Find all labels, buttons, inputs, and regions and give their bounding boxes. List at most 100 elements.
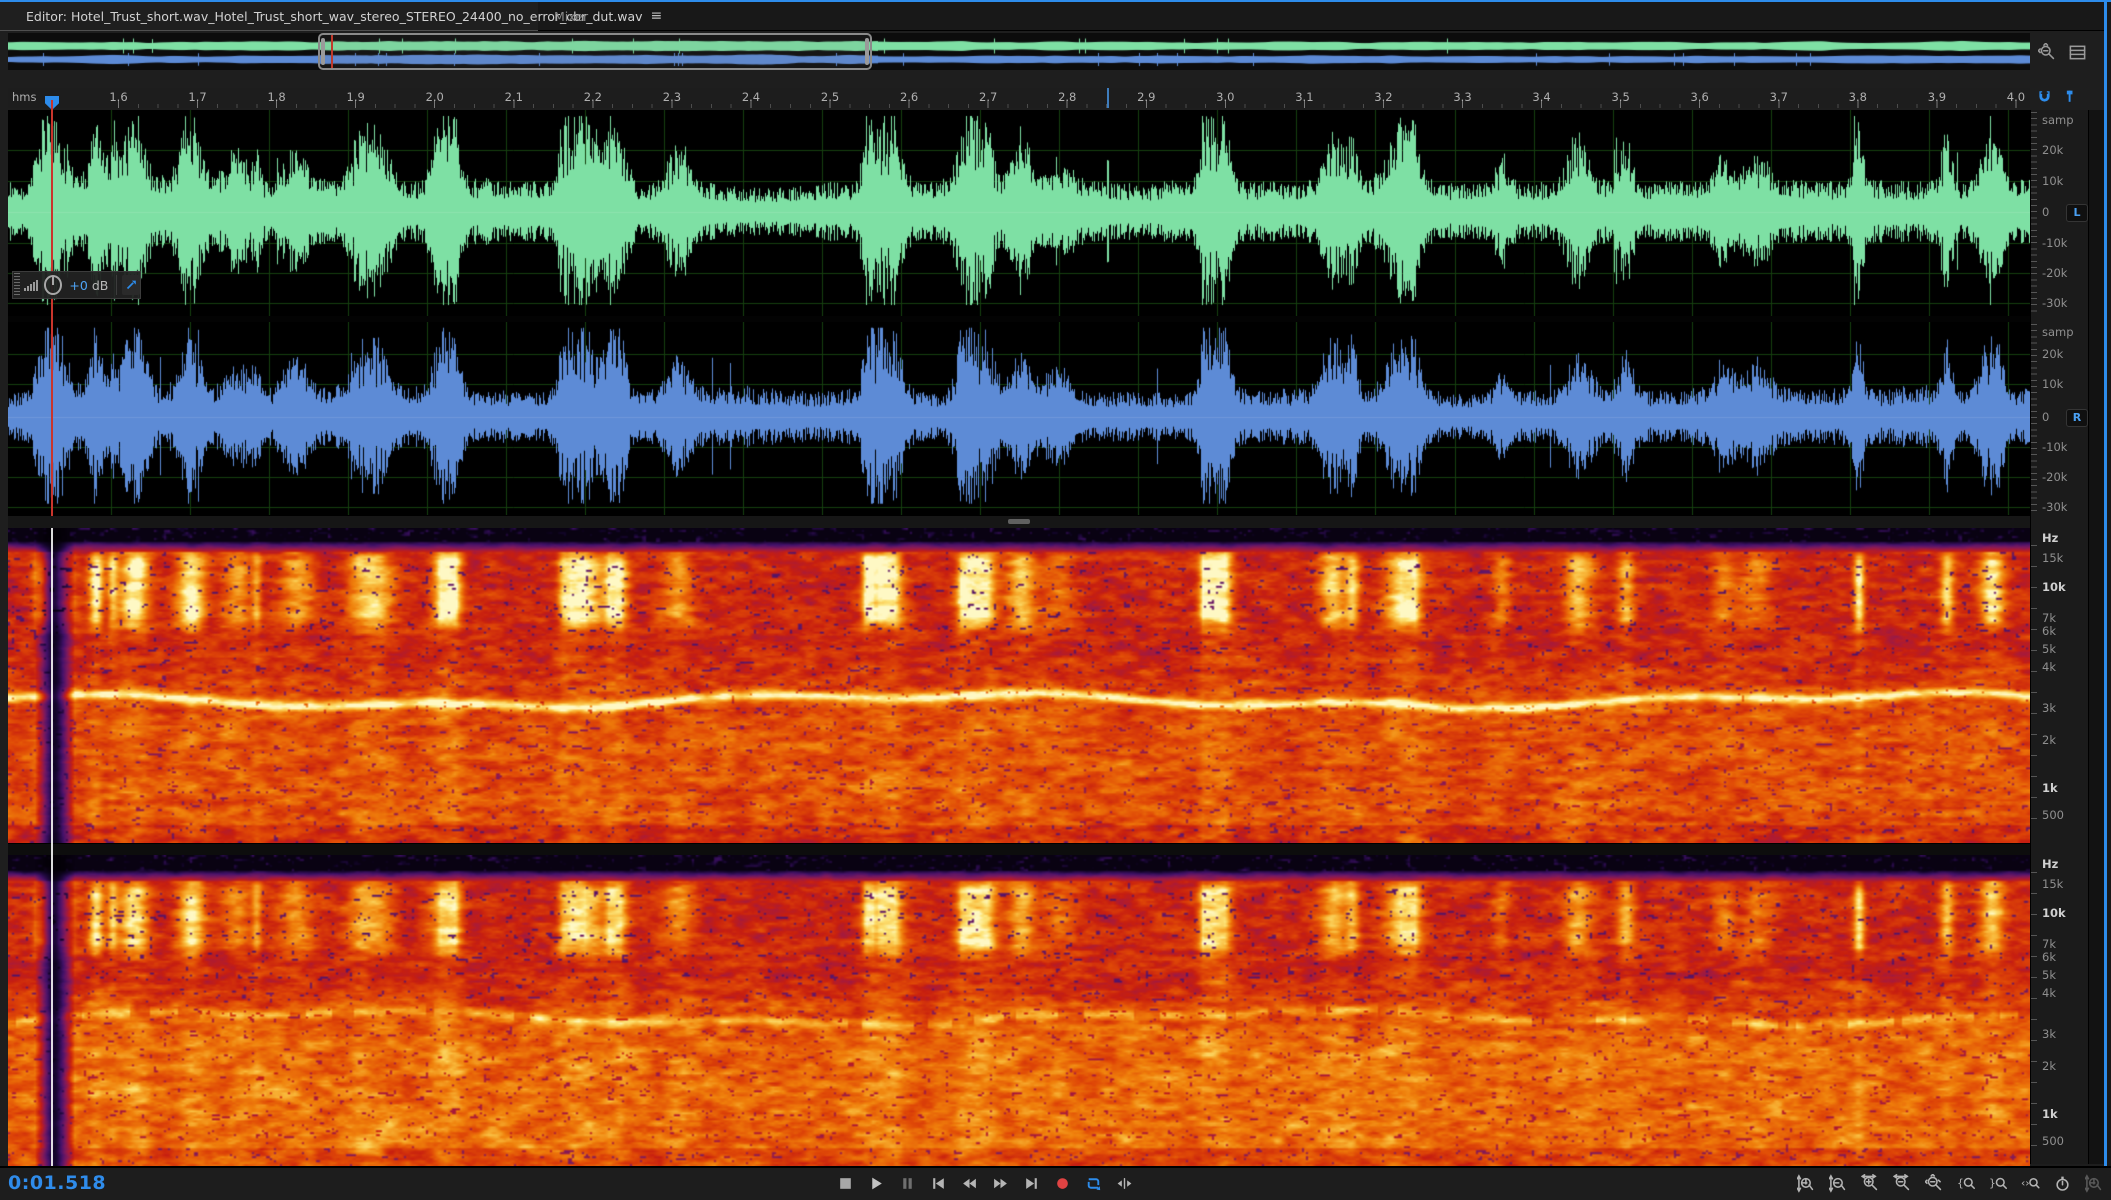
zoom-in-disabled-button[interactable] bbox=[2084, 1173, 2104, 1193]
playhead-line-waveform bbox=[51, 100, 53, 516]
overview-waveform-canvas[interactable] bbox=[8, 33, 2030, 70]
scale-value-label: -10k bbox=[2042, 440, 2067, 454]
zoom-out-full-button[interactable] bbox=[1924, 1173, 1944, 1193]
zoom-out-horizontal-button[interactable] bbox=[1892, 1173, 1912, 1193]
window-edge bbox=[2107, 2, 2111, 1200]
waveform-left-channel-canvas[interactable] bbox=[8, 110, 2030, 316]
zoom-to-in-point-button[interactable]: { bbox=[1956, 1173, 1976, 1193]
record-button[interactable] bbox=[1053, 1174, 1071, 1192]
time-display[interactable]: 0:01.518 bbox=[8, 1172, 106, 1194]
vertical-scrollbar[interactable] bbox=[2088, 110, 2105, 1164]
ruler-tick-label: 4.0 bbox=[2007, 90, 2025, 104]
ruler-tick-label: 2.2 bbox=[584, 90, 602, 104]
scale-value-label: 0 bbox=[2042, 410, 2049, 424]
mixer-tab-label: Mixer bbox=[554, 9, 588, 24]
volume-bars-icon bbox=[24, 279, 38, 291]
zoom-reset-button[interactable] bbox=[2052, 1173, 2072, 1193]
ruler-tick-label: 3.0 bbox=[1216, 90, 1234, 104]
freq-value-label: 1k bbox=[2042, 781, 2058, 795]
ruler-tick-label: 3.5 bbox=[1611, 90, 1629, 104]
ruler-tick-label: 3.3 bbox=[1453, 90, 1471, 104]
zoom-in-vertical-button[interactable] bbox=[1796, 1173, 1816, 1193]
freq-value-label: 7k bbox=[2042, 937, 2056, 951]
ruler-tick-label: 3.7 bbox=[1770, 90, 1788, 104]
loop-playback-button[interactable] bbox=[1084, 1174, 1102, 1192]
ruler-tick-label: 1.6 bbox=[109, 90, 127, 104]
freq-value-label: 10k bbox=[2042, 580, 2066, 594]
waveform-right-channel-canvas[interactable] bbox=[8, 322, 2030, 516]
spectrogram-right-channel-canvas[interactable] bbox=[8, 855, 2030, 1166]
freq-value-label: 1k bbox=[2042, 1107, 2058, 1121]
play-button[interactable] bbox=[867, 1174, 885, 1192]
ruler-tick-label: 3.8 bbox=[1849, 90, 1867, 104]
marker-pin-icon[interactable] bbox=[2061, 88, 2078, 109]
ruler-tick-label: 3.2 bbox=[1374, 90, 1392, 104]
scale-value-label: -20k bbox=[2042, 266, 2067, 280]
hud-pin-button[interactable] bbox=[122, 275, 140, 295]
freq-value-label: 7k bbox=[2042, 611, 2056, 625]
tab-mixer[interactable]: Mixer bbox=[540, 2, 602, 30]
tab-editor[interactable]: Editor: Hotel_Trust_short.wav_Hotel_Trus… bbox=[0, 2, 538, 31]
zoom-in-horizontal-button[interactable] bbox=[1860, 1173, 1880, 1193]
ruler-tick-label: 3.6 bbox=[1691, 90, 1709, 104]
viewport-right-handle[interactable] bbox=[865, 38, 869, 65]
viewport-left-handle[interactable] bbox=[321, 38, 325, 65]
freq-value-label: 3k bbox=[2042, 1027, 2056, 1041]
timeline-ruler[interactable]: hms 1.61.71.81.92.02.12.22.32.42.52.62.7… bbox=[8, 88, 2030, 108]
playhead-line-spectrogram bbox=[51, 528, 53, 1166]
gain-unit: dB bbox=[92, 278, 109, 293]
scale-unit-label: samp bbox=[2042, 113, 2074, 127]
ruler-tick-label: 2.4 bbox=[742, 90, 760, 104]
stop-button[interactable] bbox=[836, 1174, 854, 1192]
spectrogram-left-channel-canvas[interactable] bbox=[8, 528, 2030, 843]
freq-value-label: 500 bbox=[2042, 1134, 2064, 1148]
zoom-toolbar: {} ‹› bbox=[1796, 1170, 2104, 1196]
skip-to-end-button[interactable] bbox=[1022, 1174, 1040, 1192]
gain-knob[interactable] bbox=[44, 275, 62, 295]
ruler-tick-label: 2.6 bbox=[900, 90, 918, 104]
right-channel-badge[interactable]: R bbox=[2066, 409, 2088, 427]
skip-to-start-button[interactable] bbox=[929, 1174, 947, 1192]
hud-drag-handle[interactable] bbox=[14, 273, 20, 297]
freq-value-label: 3k bbox=[2042, 701, 2056, 715]
range-zoom-icon[interactable] bbox=[2038, 43, 2057, 66]
scale-value-label: 10k bbox=[2042, 377, 2063, 391]
gain-value[interactable]: +0 bbox=[69, 278, 87, 293]
scale-value-label: -20k bbox=[2042, 470, 2067, 484]
transport-controls bbox=[836, 1170, 1133, 1196]
freq-value-label: 2k bbox=[2042, 1059, 2056, 1073]
panel-menu-icon[interactable]: ≡ bbox=[651, 8, 663, 24]
panel-tab-bar: Editor: Hotel_Trust_short.wav_Hotel_Trus… bbox=[0, 2, 2111, 31]
splitter-handle[interactable] bbox=[1008, 519, 1030, 524]
hud-separator bbox=[116, 275, 117, 295]
skip-cursor-button[interactable] bbox=[1115, 1174, 1133, 1192]
magnet-icon[interactable] bbox=[2036, 88, 2053, 109]
freq-value-label: 5k bbox=[2042, 968, 2056, 982]
zoom-out-vertical-button[interactable] bbox=[1828, 1173, 1848, 1193]
scale-ticks bbox=[2031, 324, 2037, 514]
rewind-button[interactable] bbox=[960, 1174, 978, 1192]
zoom-to-selection-button[interactable]: ‹› bbox=[2020, 1173, 2040, 1193]
audio-editor-window: Editor: Hotel_Trust_short.wav_Hotel_Trus… bbox=[0, 0, 2111, 1200]
freq-value-label: 15k bbox=[2042, 551, 2063, 565]
pause-button[interactable] bbox=[898, 1174, 916, 1192]
gain-hud[interactable]: +0 dB bbox=[12, 271, 141, 299]
left-channel-badge[interactable]: L bbox=[2066, 204, 2088, 222]
ruler-tick-label: 2.3 bbox=[663, 90, 681, 104]
fast-forward-button[interactable] bbox=[991, 1174, 1009, 1192]
freq-value-label: 6k bbox=[2042, 624, 2056, 638]
freq-value-label: 5k bbox=[2042, 642, 2056, 656]
ruler-tick-label: 3.4 bbox=[1532, 90, 1550, 104]
ruler-tick-label: 1.9 bbox=[347, 90, 365, 104]
freq-value-label: 4k bbox=[2042, 986, 2056, 1000]
overview-strip[interactable] bbox=[8, 33, 2030, 70]
ruler-tick-label: 2.7 bbox=[979, 90, 997, 104]
scale-ticks bbox=[2031, 872, 2037, 1152]
scale-ticks bbox=[2031, 112, 2037, 314]
scale-value-label: 10k bbox=[2042, 174, 2063, 188]
overview-viewport-rect[interactable] bbox=[318, 33, 872, 70]
freq-unit-label: Hz bbox=[2042, 857, 2058, 871]
zoom-to-out-point-button[interactable]: } bbox=[1988, 1173, 2008, 1193]
panel-list-icon[interactable] bbox=[2068, 43, 2087, 66]
freq-value-label: 15k bbox=[2042, 877, 2063, 891]
